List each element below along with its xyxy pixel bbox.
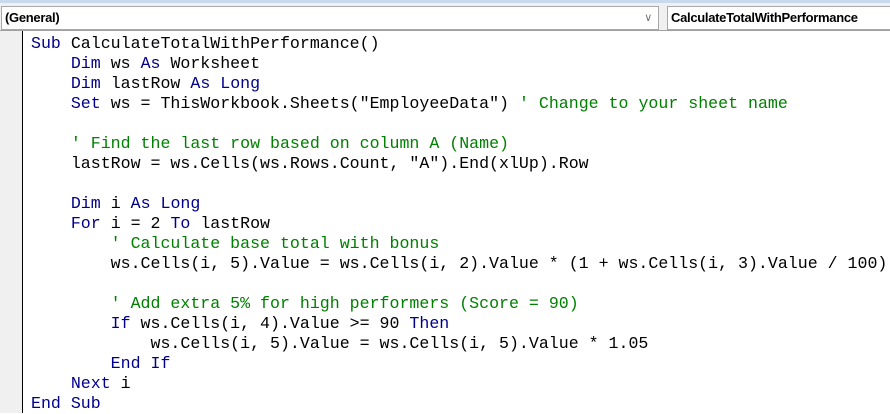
comment-token: ' Change to your sheet name xyxy=(518,94,788,113)
keyword-token: Next xyxy=(70,374,121,393)
keyword-token: Then xyxy=(409,314,450,333)
code-line[interactable]: Dim ws As Worksheet xyxy=(31,54,887,74)
code-token: lastRow xyxy=(110,74,191,93)
code-line[interactable]: Next i xyxy=(31,374,887,394)
keyword-token: As xyxy=(140,54,171,73)
keyword-token: Sub xyxy=(31,34,71,53)
comment-token: ' Find the last row based on column A (N… xyxy=(70,134,509,153)
code-line[interactable]: ' Calculate base total with bonus xyxy=(31,234,887,254)
code-line[interactable]: If ws.Cells(i, 4).Value >= 90 Then xyxy=(31,314,887,334)
code-line[interactable]: ws.Cells(i, 5).Value = ws.Cells(i, 5).Va… xyxy=(31,334,887,354)
code-line[interactable]: ws.Cells(i, 5).Value = ws.Cells(i, 2).Va… xyxy=(31,254,888,274)
code-token: ws xyxy=(110,54,141,73)
keyword-token: To xyxy=(170,214,201,233)
code-token: ws.Cells(i, 4).Value >= 90 xyxy=(140,314,410,333)
code-token: ws.Cells(i, 5).Value = ws.Cells(i, 2).Va… xyxy=(31,254,888,273)
code-line[interactable] xyxy=(31,274,887,294)
code-token: Worksheet xyxy=(170,54,261,73)
keyword-token: Dim xyxy=(70,74,111,93)
keyword-token: As Long xyxy=(190,74,261,93)
comment-token: ' Calculate base total with bonus xyxy=(110,234,440,253)
code-line[interactable]: For i = 2 To lastRow xyxy=(31,214,887,234)
code-line[interactable] xyxy=(31,174,887,194)
code-line[interactable]: End Sub xyxy=(31,394,887,414)
procedure-combo[interactable]: CalculateTotalWithPerformance xyxy=(667,6,890,30)
code-token: ws = ThisWorkbook.Sheets("EmployeeData") xyxy=(110,94,519,113)
object-combo[interactable]: (General) ∨ xyxy=(1,6,659,30)
code-line[interactable] xyxy=(31,114,887,134)
margin-indicator-bar[interactable] xyxy=(0,31,23,413)
procedure-combo-value: CalculateTotalWithPerformance xyxy=(671,10,858,25)
code-token: CalculateTotalWithPerformance() xyxy=(70,34,380,53)
code-line[interactable]: Dim i As Long xyxy=(31,194,887,214)
code-token: i xyxy=(110,194,131,213)
keyword-token: End Sub xyxy=(31,394,101,413)
keyword-token: Dim xyxy=(70,194,111,213)
keyword-token: As Long xyxy=(130,194,201,213)
code-editor[interactable]: Sub CalculateTotalWithPerformance() Dim … xyxy=(31,34,887,414)
code-line[interactable]: ' Add extra 5% for high performers (Scor… xyxy=(31,294,887,314)
comment-token: ' Add extra 5% for high performers (Scor… xyxy=(110,294,579,313)
object-combo-value: (General) xyxy=(5,10,60,25)
keyword-token: End If xyxy=(110,354,171,373)
code-line[interactable]: End If xyxy=(31,354,887,374)
code-line[interactable]: Sub CalculateTotalWithPerformance() xyxy=(31,34,887,54)
keyword-token: Dim xyxy=(70,54,111,73)
keyword-token: For xyxy=(70,214,111,233)
code-token: ws.Cells(i, 5).Value = ws.Cells(i, 5).Va… xyxy=(31,334,649,353)
code-token: lastRow xyxy=(200,214,271,233)
code-token: i = 2 xyxy=(110,214,171,233)
code-line[interactable]: ' Find the last row based on column A (N… xyxy=(31,134,887,154)
code-line[interactable]: Dim lastRow As Long xyxy=(31,74,887,94)
code-token: lastRow = ws.Cells(ws.Rows.Count, "A").E… xyxy=(31,154,589,173)
keyword-token: Set xyxy=(70,94,111,113)
code-window-toolbar: (General) ∨ CalculateTotalWithPerformanc… xyxy=(0,0,890,31)
code-token: i xyxy=(120,374,131,393)
chevron-down-icon[interactable]: ∨ xyxy=(644,7,652,29)
code-line[interactable]: Set ws = ThisWorkbook.Sheets("EmployeeDa… xyxy=(31,94,887,114)
code-line[interactable]: lastRow = ws.Cells(ws.Rows.Count, "A").E… xyxy=(31,154,887,174)
keyword-token: If xyxy=(110,314,141,333)
